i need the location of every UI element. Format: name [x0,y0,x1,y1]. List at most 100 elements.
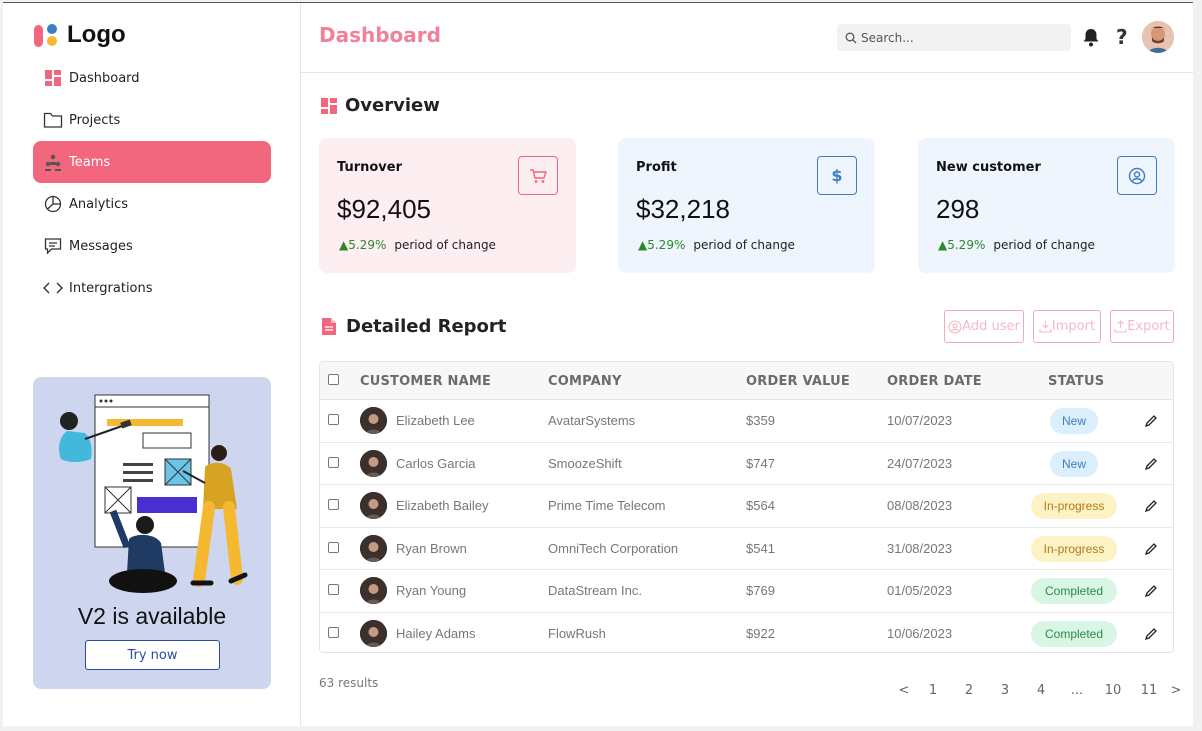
customer-name: Ryan Brown [396,540,467,556]
page-title: Dashboard [319,23,441,47]
sidebar-item-teams[interactable]: Teams [33,141,271,183]
customer-name: Hailey Adams [396,625,476,641]
dashboard-icon [43,68,63,88]
row-checkbox[interactable] [328,626,339,638]
table-row: Carlos Garcia SmoozeShift $747 24/07/202… [320,443,1173,485]
column-company[interactable]: COMPANY [548,374,622,389]
user-circle-icon[interactable] [1117,156,1157,195]
column-order-value[interactable]: ORDER VALUE [746,374,850,389]
sidebar-item-label: Analytics [69,196,129,212]
status-badge: New [1050,408,1098,434]
customer-name: Ryan Young [396,583,467,598]
page-10[interactable]: 10 [1095,683,1131,698]
customer-avatar [360,577,387,604]
app-window: Logo Dashboard Projects Teams Analytics … [3,2,1193,726]
order-value: $769 [746,583,775,598]
export-button[interactable]: Export [1110,310,1174,343]
order-date: 01/05/2023 [887,583,953,598]
table-row: Ryan Young DataStream Inc. $769 01/05/20… [320,570,1173,613]
cart-icon[interactable] [518,156,558,195]
team-illustration [59,394,248,593]
pie-chart-icon [43,194,63,214]
customer-avatar [360,619,387,647]
stat-card-value: $92,405 [337,194,431,224]
row-checkbox[interactable] [328,499,339,510]
customer-avatar [360,449,387,477]
customer-avatar [360,407,387,434]
company-name: OmniTech Corporation [548,540,679,556]
row-checkbox[interactable] [328,456,339,468]
stat-card-change: ▲5.29% period of change [339,238,496,252]
order-date: 31/08/2023 [887,540,953,556]
row-checkbox[interactable] [328,541,339,553]
next-page-button[interactable]: > [1167,683,1185,698]
page-11[interactable]: 11 [1131,683,1167,698]
edit-pencil-icon[interactable] [1144,584,1158,598]
add-user-button[interactable]: Add user [944,310,1024,343]
change-up-indicator: ▲5.29% [638,238,686,252]
sidebar-item-label: Dashboard [69,70,140,86]
column-status[interactable]: STATUS [1048,374,1104,389]
stat-card-new-customer: New customer 298 ▲5.29% period of change [918,138,1175,273]
row-checkbox[interactable] [328,414,339,425]
order-date: 08/08/2023 [887,498,953,513]
edit-pencil-icon[interactable] [1144,627,1158,641]
edit-pencil-icon[interactable] [1144,542,1158,556]
report-heading: Detailed Report [321,316,506,337]
sidebar-item-projects[interactable]: Projects [33,99,271,141]
company-name: AvatarSystems [548,413,636,428]
sidebar-item-messages[interactable]: Messages [33,225,271,267]
results-count: 63 results [319,676,379,690]
page-2[interactable]: 2 [951,683,987,698]
user-avatar[interactable] [1142,21,1174,53]
stat-card-label: New customer [936,160,1041,175]
change-caption: period of change [394,238,496,252]
sidebar-item-integrations[interactable]: Intergrations [33,267,271,309]
promo-title: V2 is available [77,603,227,629]
status-badge: Completed [1031,620,1117,647]
stat-card-label: Turnover [337,160,402,175]
user-circle-icon [948,319,962,334]
export-icon [1114,320,1127,333]
prev-page-button[interactable]: < [893,683,915,698]
edit-pencil-icon[interactable] [1144,414,1158,428]
upgrade-promo-card: V2 is available Try now [33,377,271,689]
sidebar-nav: Dashboard Projects Teams Analytics Messa… [33,57,271,309]
document-icon [322,318,336,335]
stat-card-profit: Profit $32,218 ▲5.29% period of change $ [618,138,875,273]
sidebar-item-analytics[interactable]: Analytics [33,183,271,225]
report-title: Detailed Report [346,316,507,337]
page-3[interactable]: 3 [987,683,1023,698]
page-4[interactable]: 4 [1023,683,1059,698]
sidebar-item-dashboard[interactable]: Dashboard [33,57,271,99]
change-caption: period of change [693,238,795,252]
sidebar-item-label: Intergrations [69,280,153,296]
order-date: 10/06/2023 [887,625,953,641]
search-input[interactable] [861,30,1061,45]
report-table: CUSTOMER NAME COMPANY ORDER VALUE ORDER … [319,361,1174,653]
status-badge: In-progress [1031,535,1117,562]
table-header: CUSTOMER NAME COMPANY ORDER VALUE ORDER … [320,362,1173,400]
status-badge: Completed [1031,578,1117,604]
try-now-button[interactable]: Try now [85,640,220,670]
table-row: Hailey Adams FlowRush $922 10/06/2023 Co… [320,613,1173,653]
column-order-date[interactable]: ORDER DATE [887,374,982,389]
order-value: $922 [746,625,775,641]
order-value: $359 [746,413,775,428]
table-row: Ryan Brown OmniTech Corporation $541 31/… [320,528,1173,570]
notification-bell-icon[interactable] [1081,27,1101,47]
import-button[interactable]: Import [1033,310,1101,343]
edit-pencil-icon[interactable] [1144,457,1158,471]
edit-pencil-icon[interactable] [1144,499,1158,513]
message-icon [43,236,63,256]
change-up-indicator: ▲5.29% [339,238,387,252]
select-all-checkbox[interactable] [328,374,339,385]
logo[interactable]: Logo [33,21,126,49]
help-icon[interactable]: ? [1116,25,1128,49]
row-checkbox[interactable] [328,584,339,595]
order-date: 10/07/2023 [887,413,953,428]
dollar-icon[interactable]: $ [817,156,857,195]
column-customer-name[interactable]: CUSTOMER NAME [360,374,491,389]
sidebar-item-label: Projects [69,112,121,128]
page-1[interactable]: 1 [915,683,951,698]
